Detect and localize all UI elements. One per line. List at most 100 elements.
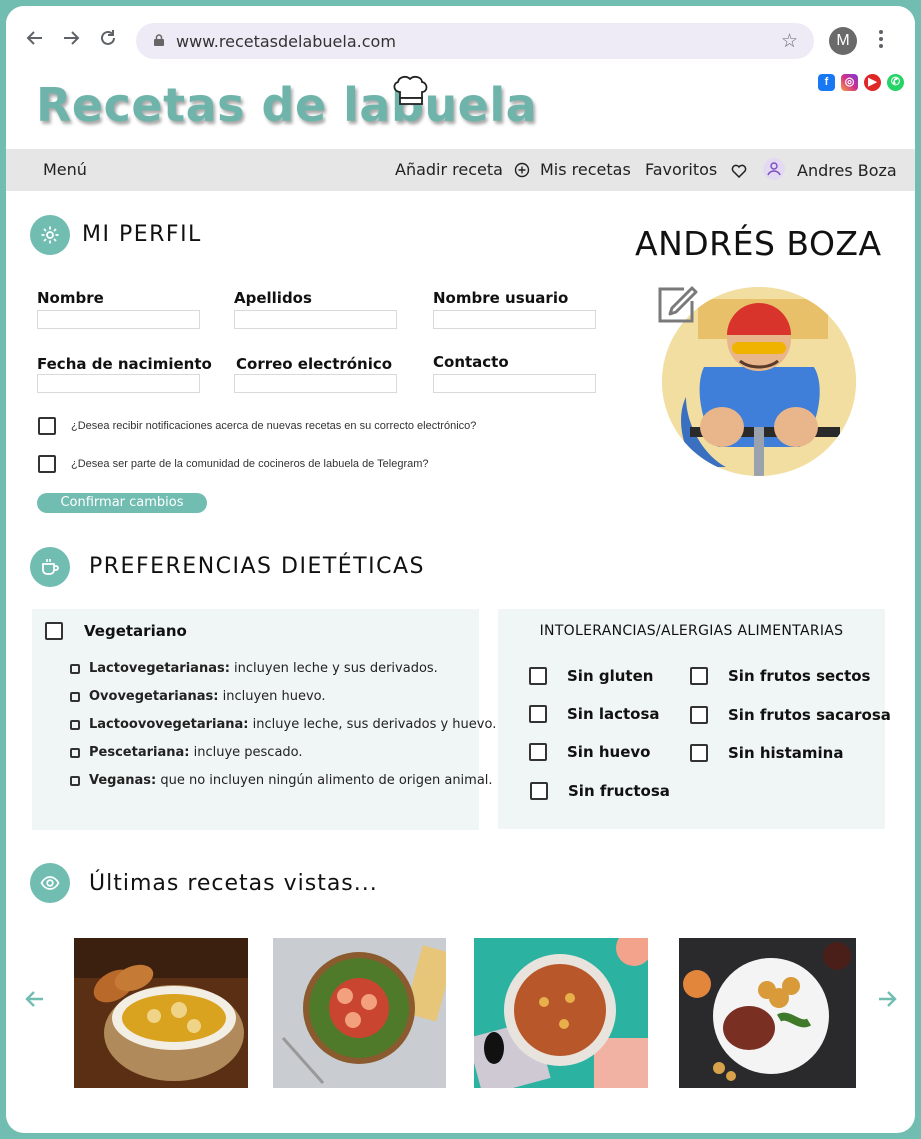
- nav-add-recipe[interactable]: Añadir receta: [395, 160, 530, 179]
- allergy-option: Sin huevo: [529, 743, 650, 761]
- recipe-card-image[interactable]: [679, 938, 856, 1088]
- contacto-input[interactable]: [433, 374, 596, 393]
- veg-type-name: Ovovegetarianas:: [89, 689, 219, 704]
- veg-type-checkbox[interactable]: [70, 775, 80, 786]
- veg-type-checkbox[interactable]: [70, 691, 80, 702]
- veg-type-checkbox[interactable]: [70, 663, 80, 674]
- telegram-row: ¿Desea ser parte de la comunidad de coci…: [38, 455, 429, 473]
- nacimiento-input[interactable]: [37, 374, 200, 393]
- browser-window: www.recetasdelabuela.com ☆ M Recetas de …: [6, 6, 915, 1133]
- vegetarian-label: Vegetariano: [84, 622, 187, 640]
- browser-menu-icon[interactable]: [878, 28, 884, 50]
- chef-hat-icon: [393, 75, 428, 105]
- apellidos-input[interactable]: [234, 310, 397, 329]
- nav-favorites[interactable]: Favoritos: [645, 160, 747, 179]
- site-logo[interactable]: Recetas de labuela: [36, 78, 537, 132]
- nav-add-recipe-label: Añadir receta: [395, 160, 503, 179]
- vegetarian-row: Vegetariano: [45, 622, 187, 640]
- browser-profile-avatar[interactable]: M: [829, 27, 857, 55]
- nav-my-recipes[interactable]: Mis recetas: [540, 160, 631, 179]
- allergy-label: Sin lactosa: [567, 705, 660, 723]
- bookmark-star-icon[interactable]: ☆: [781, 30, 798, 53]
- profile-display-name: ANDRÉS BOZA: [635, 224, 882, 263]
- instagram-icon[interactable]: ◎: [841, 74, 858, 91]
- veg-type-name: Lactovegetarianas:: [89, 661, 230, 676]
- allergy-label: Sin fructosa: [568, 782, 670, 800]
- email-notify-row: ¿Desea recibir notificaciones acerca de …: [38, 417, 476, 435]
- allergy-checkbox[interactable]: [529, 705, 547, 723]
- allergy-option: Sin histamina: [690, 744, 843, 762]
- vegetarian-panel: Vegetariano Lactovegetarianas: incluyen …: [32, 609, 496, 830]
- profile-section-title: MI PERFIL: [82, 222, 202, 247]
- nav-user-name: Andres Boza: [797, 161, 897, 180]
- carousel-next-arrow-icon[interactable]: [876, 988, 898, 1016]
- recent-section-title: Últimas recetas vistas...: [89, 871, 378, 896]
- recipe-card-image[interactable]: [273, 938, 446, 1088]
- veg-type-item: Lactoovovegetariana: incluye leche, sus …: [70, 717, 496, 732]
- veg-type-desc: que no incluyen ningún alimento de orige…: [156, 773, 493, 788]
- reload-icon[interactable]: [97, 28, 119, 50]
- nombre-input[interactable]: [37, 310, 200, 329]
- veg-type-item: Lactovegetarianas: incluyen leche y sus …: [70, 661, 438, 676]
- apellidos-label: Apellidos: [234, 289, 312, 307]
- address-bar[interactable]: www.recetasdelabuela.com ☆: [136, 23, 814, 59]
- nav-favorites-label: Favoritos: [645, 160, 718, 179]
- veg-type-name: Lactoovovegetariana:: [89, 717, 249, 732]
- allergy-checkbox[interactable]: [529, 667, 547, 685]
- veg-type-desc: incluyen leche y sus derivados.: [229, 661, 438, 676]
- allergy-checkbox[interactable]: [690, 706, 708, 724]
- heart-icon: [732, 164, 747, 178]
- settings-gear-icon: [30, 215, 70, 255]
- veg-type-desc: incluye leche, sus derivados y huevo.: [248, 717, 497, 732]
- lock-icon: [154, 34, 164, 46]
- nav-menu[interactable]: Menú: [43, 160, 87, 179]
- allergy-checkbox[interactable]: [529, 743, 547, 761]
- allergy-checkbox[interactable]: [690, 667, 708, 685]
- social-links: f ◎ ▶ ✆: [818, 74, 904, 91]
- carousel-prev-arrow-icon[interactable]: [24, 988, 46, 1016]
- allergy-panel: INTOLERANCIAS/ALERGIAS ALIMENTARIAS Sin …: [498, 609, 891, 829]
- user-icon: [763, 158, 785, 180]
- whatsapp-icon[interactable]: ✆: [887, 74, 904, 91]
- veg-type-checkbox[interactable]: [70, 719, 80, 730]
- coffee-cup-icon: [30, 547, 70, 587]
- nav-user[interactable]: Andres Boza: [763, 158, 897, 180]
- back-arrow-icon[interactable]: [24, 28, 46, 50]
- confirm-changes-button[interactable]: Confirmar cambios: [37, 493, 207, 513]
- allergy-checkbox[interactable]: [530, 782, 548, 800]
- usuario-input[interactable]: [433, 310, 596, 329]
- veg-type-item: Ovovegetarianas: incluyen huevo.: [70, 689, 326, 704]
- allergy-label: Sin huevo: [567, 743, 651, 761]
- allergy-option: Sin lactosa: [529, 705, 660, 723]
- allergy-label: Sin histamina: [728, 744, 844, 762]
- email-notify-checkbox[interactable]: [38, 417, 56, 435]
- browser-toolbar: www.recetasdelabuela.com ☆ M: [6, 6, 915, 70]
- veg-type-name: Veganas:: [89, 773, 157, 788]
- forward-arrow-icon[interactable]: [60, 28, 82, 50]
- allergy-checkbox[interactable]: [690, 744, 708, 762]
- allergy-option: Sin frutos sacarosa: [690, 706, 891, 724]
- allergy-label: Sin gluten: [567, 667, 654, 685]
- allergy-panel-title: INTOLERANCIAS/ALERGIAS ALIMENTARIAS: [539, 623, 844, 639]
- veg-type-checkbox[interactable]: [70, 747, 80, 758]
- allergy-option: Sin gluten: [529, 667, 653, 685]
- nombre-label: Nombre: [37, 289, 104, 307]
- correo-input[interactable]: [234, 374, 397, 393]
- recipe-card-image[interactable]: [74, 938, 248, 1088]
- diet-section-title: PREFERENCIAS DIETÉTICAS: [89, 554, 425, 579]
- telegram-label: ¿Desea ser parte de la comunidad de coci…: [71, 458, 429, 470]
- facebook-icon[interactable]: f: [818, 74, 835, 91]
- vegetarian-checkbox[interactable]: [45, 622, 63, 640]
- nacimiento-label: Fecha de nacimiento: [37, 355, 212, 373]
- recipe-card-image[interactable]: [474, 938, 648, 1088]
- edit-profile-icon[interactable]: [656, 286, 698, 324]
- plus-circle-icon: [514, 162, 530, 178]
- youtube-icon[interactable]: ▶: [864, 74, 881, 91]
- email-notify-label: ¿Desea recibir notificaciones acerca de …: [71, 420, 477, 432]
- veg-type-desc: incluye pescado.: [189, 745, 303, 760]
- telegram-checkbox[interactable]: [38, 455, 56, 473]
- veg-type-desc: incluyen huevo.: [218, 689, 326, 704]
- main-navigation: Menú Añadir receta Mis recetas Favoritos…: [6, 149, 915, 191]
- usuario-label: Nombre usuario: [433, 289, 569, 307]
- allergy-label: Sin frutos sectos: [728, 667, 871, 685]
